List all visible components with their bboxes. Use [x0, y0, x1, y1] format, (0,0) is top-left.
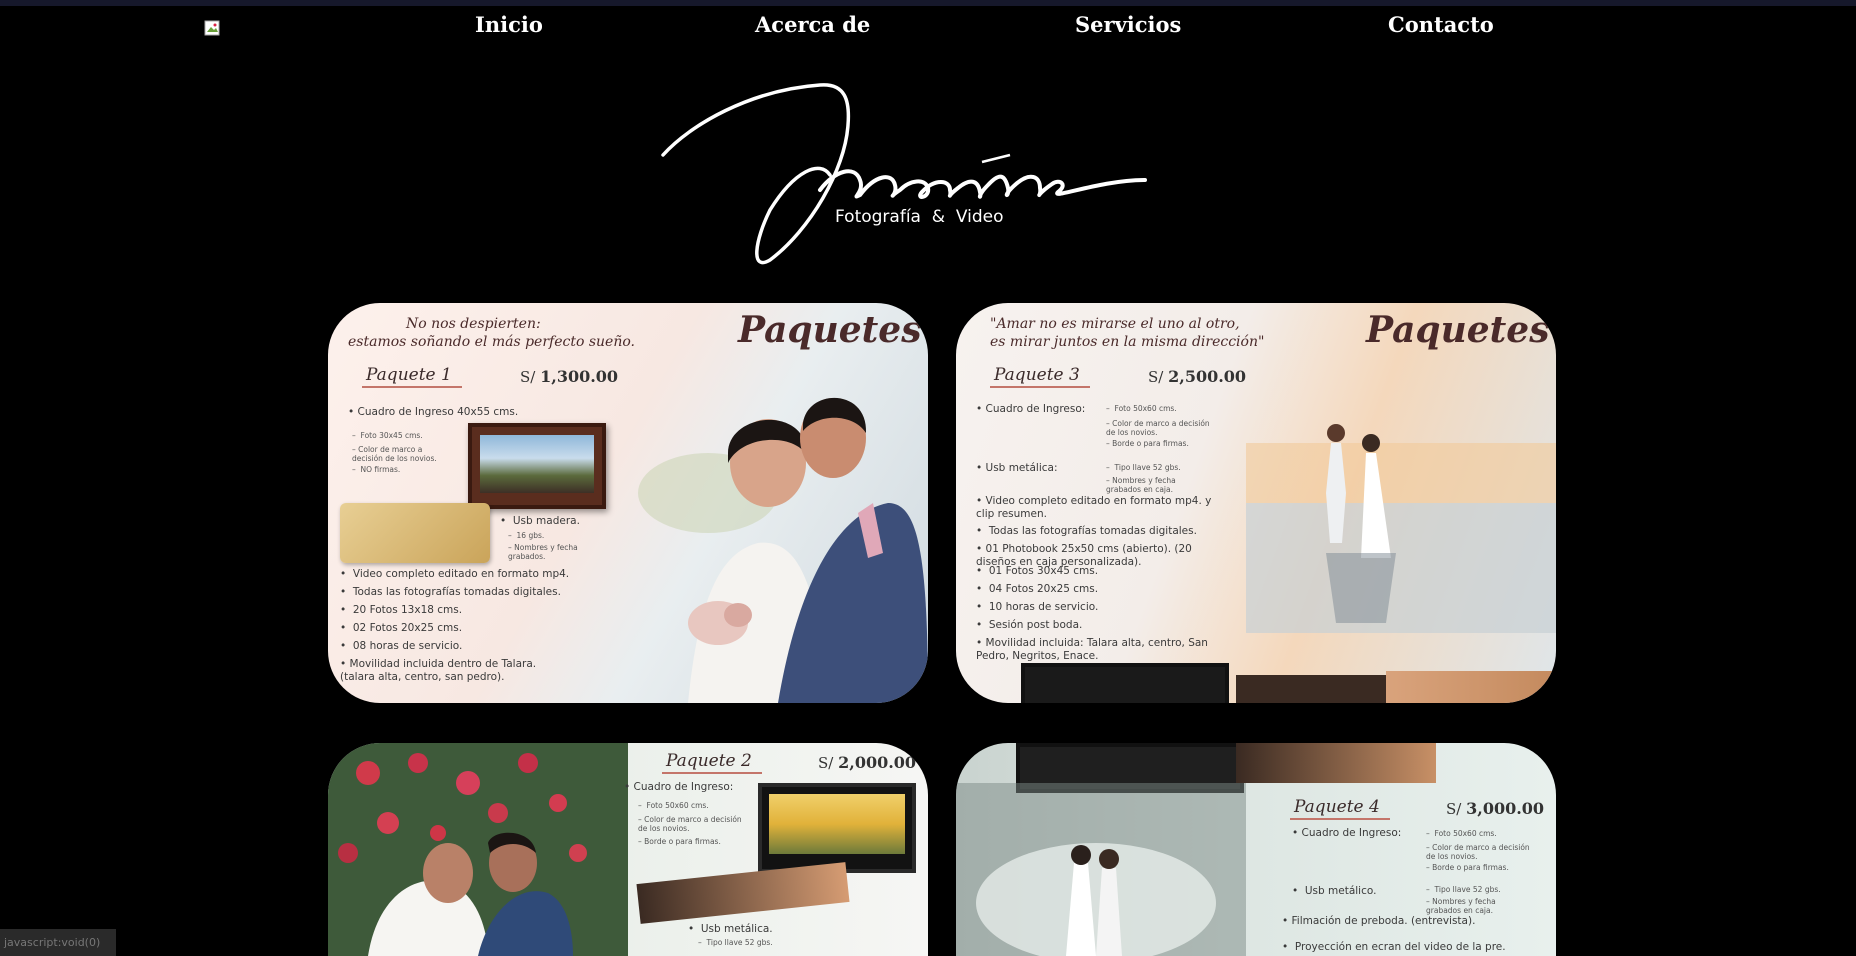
package-price: S/ 1,300.00 [520, 367, 619, 386]
beach-couple-photo [1246, 383, 1556, 633]
feature-item: • Cuadro de Ingreso: [624, 781, 734, 793]
framed-photo [1021, 663, 1229, 703]
package-price: S/ 2,500.00 [1148, 367, 1247, 386]
wooden-usb-box [340, 503, 490, 563]
package-price: S/ 3,000.00 [1446, 799, 1545, 818]
nav-link-contacto[interactable]: Contacto [1388, 12, 1494, 37]
nav-link-inicio[interactable]: Inicio [475, 12, 543, 37]
framed-photo [758, 783, 916, 873]
feature-item: • 20 Fotos 13x18 cms. [340, 604, 463, 616]
nav-link-servicios[interactable]: Servicios [1075, 12, 1181, 37]
feature-item: • Usb metálica. [688, 923, 773, 935]
feature-item: • 08 horas de servicio. [340, 640, 463, 652]
feature-subitem: – Borde o para firmas. [1426, 863, 1509, 872]
feature-subitem: – Tipo llave 52 gbs. [698, 938, 773, 947]
feature-subitem: – Color de marco a decisión de los novio… [352, 445, 437, 463]
wooden-engraving [1386, 671, 1556, 703]
card-quote: "Amar no es mirarse el uno al otro, es m… [990, 316, 1265, 350]
feature-subitem: – Nombres y fecha grabados en caja. [1106, 476, 1176, 494]
broken-image-icon[interactable] [204, 20, 220, 36]
splash-couple-photo [956, 783, 1246, 956]
feature-subitem: – Nombres y fecha grabados en caja. [1426, 897, 1496, 915]
feature-item: • Todas las fotografías tomadas digitale… [340, 586, 561, 598]
feature-subitem: – Tipo llave 52 gbs. [1106, 463, 1181, 472]
feature-subitem: – Color de marco a decisión de los novio… [1426, 843, 1530, 861]
feature-subitem: – Tipo llave 52 gbs. [1426, 885, 1501, 894]
couple-photo [628, 353, 928, 703]
nav-link-acerca-de[interactable]: Acerca de [755, 12, 870, 37]
roses-couple-photo [328, 743, 628, 956]
feature-subitem: – Foto 50x60 cms. [638, 801, 709, 810]
feature-subitem: – Borde o para firmas. [1106, 439, 1189, 448]
feature-subitem: – 16 gbs. [508, 531, 545, 540]
feature-subitem: – Nombres y fecha grabados. [508, 543, 578, 561]
package-name: Paquete 3 [990, 365, 1090, 388]
feature-item: • 02 Fotos 20x25 cms. [340, 622, 463, 634]
feature-item: • Usb metálico. [1292, 885, 1377, 897]
package-card-4[interactable]: Paquete 4 S/ 3,000.00 • Cuadro de Ingres… [956, 743, 1556, 956]
status-bar-url: javascript:void(0) [0, 929, 116, 956]
feature-item: • Video completo editado en formato mp4. [340, 568, 570, 580]
feature-subitem: – Borde o para firmas. [638, 837, 721, 846]
feature-subitem: – Foto 30x45 cms. [352, 431, 423, 440]
package-price: S/ 2,000.00 [818, 753, 917, 772]
package-name: Paquete 2 [662, 751, 762, 774]
feature-item: • 04 Fotos 20x25 cms. [976, 583, 1099, 595]
feature-item: • Sesión post boda. [976, 619, 1083, 631]
feature-item: • Todas las fotografías tomadas digitale… [976, 525, 1197, 537]
feature-item: • Usb metálica: [976, 462, 1058, 474]
card-quote: No nos despierten: estamos soñando el má… [348, 316, 635, 350]
usb-key-box [636, 862, 850, 924]
logo-tagline: Fotografía & Video [835, 207, 1003, 227]
feature-item: • Proyección en ecran del video de la pr… [1282, 941, 1506, 953]
feature-subitem: – Color de marco a decisión de los novio… [638, 815, 742, 833]
feature-subitem: – Color de marco a decisión de los novio… [1106, 419, 1210, 437]
feature-item: • Usb madera. [500, 515, 580, 527]
package-card-1[interactable]: Paquetes No nos despierten: estamos soña… [328, 303, 928, 703]
framed-photo [468, 423, 606, 509]
card-heading: Paquetes [738, 309, 922, 351]
feature-item: • Cuadro de Ingreso 40x55 cms. [348, 406, 519, 418]
momentos-logo: Fotografía & Video [660, 80, 1150, 265]
feature-item: • Filmación de preboda. (entrevista). [1282, 915, 1476, 927]
feature-item: • Movilidad incluida: Talara alta, centr… [976, 637, 1208, 662]
package-name: Paquete 4 [1290, 797, 1390, 820]
package-name: Paquete 1 [362, 365, 462, 388]
feature-item: • Movilidad incluida dentro de Talara. (… [340, 658, 537, 683]
feature-item: • Cuadro de Ingreso: [1292, 827, 1402, 839]
feature-subitem: – Foto 50x60 cms. [1106, 404, 1177, 413]
main-nav: Inicio Acerca de Servicios Contacto [0, 6, 1856, 46]
usb-key-box [1236, 743, 1436, 783]
package-card-2[interactable]: Paquete 2 S/ 2,000.00 • Cuadro de Ingres… [328, 743, 928, 956]
card-heading: Paquetes [1366, 309, 1550, 351]
feature-item: • Video completo editado en formato mp4.… [976, 495, 1212, 520]
feature-item: • 10 horas de servicio. [976, 601, 1099, 613]
usb-box [1236, 675, 1396, 703]
feature-subitem: – Foto 50x60 cms. [1426, 829, 1497, 838]
feature-item: • 01 Fotos 30x45 cms. [976, 565, 1099, 577]
feature-item: • Cuadro de Ingreso: [976, 403, 1086, 415]
feature-subitem: – NO firmas. [352, 465, 401, 474]
package-card-3[interactable]: Paquetes "Amar no es mirarse el uno al o… [956, 303, 1556, 703]
